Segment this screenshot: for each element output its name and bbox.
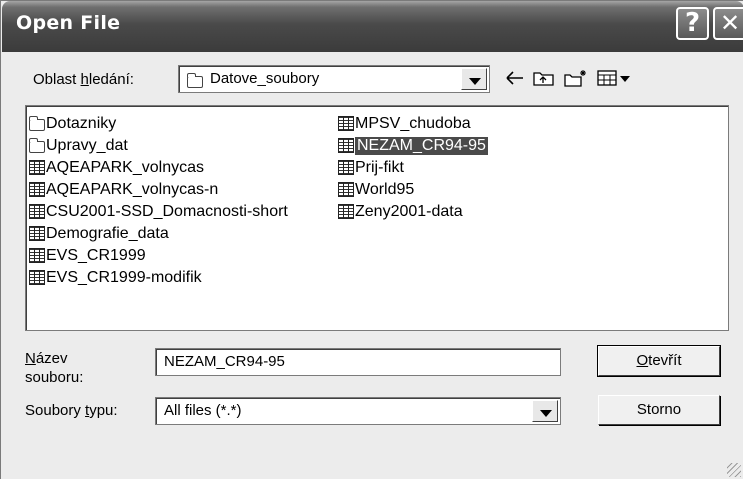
list-item-folder[interactable]: Dotazniky [29, 114, 116, 133]
data-file-icon [338, 160, 354, 175]
folder-icon [187, 73, 203, 88]
look-in-value: Datove_soubory [210, 70, 320, 87]
help-icon: ? [684, 8, 701, 38]
resize-grip[interactable] [727, 463, 741, 477]
data-file-icon [29, 182, 45, 197]
list-item-file-selected[interactable]: NEZAM_CR94-95 [338, 136, 488, 155]
chevron-down-icon[interactable] [461, 68, 487, 90]
list-item-folder[interactable]: Upravy_dat [29, 136, 128, 155]
up-folder-icon[interactable] [533, 69, 555, 87]
list-item-file[interactable]: AQEAPARK_volnycas-n [29, 180, 218, 199]
title-bar[interactable]: Open File ? ✕ [2, 1, 743, 52]
data-file-icon [29, 160, 45, 175]
close-icon: ✕ [719, 9, 741, 37]
folder-icon [29, 137, 45, 153]
list-item-file[interactable]: CSU2001-SSD_Domacnosti-short [29, 202, 288, 221]
chevron-down-icon[interactable] [532, 400, 558, 422]
data-file-icon [338, 204, 354, 219]
back-arrow-icon[interactable] [505, 69, 525, 87]
file-type-dropdown[interactable]: All files (*.*) [155, 397, 561, 425]
cancel-button[interactable]: Storno [598, 395, 720, 425]
folder-icon [29, 115, 45, 131]
data-file-icon [29, 270, 45, 285]
data-file-icon [338, 116, 354, 131]
window-title: Open File [16, 12, 121, 34]
list-item-file[interactable]: Demografie_data [29, 224, 169, 243]
file-name-label: Název souboru: [25, 350, 84, 386]
list-item-file[interactable]: World95 [338, 180, 414, 199]
data-file-icon [338, 138, 354, 153]
look-in-dropdown[interactable]: Datove_soubory [178, 65, 490, 93]
list-item-file[interactable]: AQEAPARK_volnycas [29, 158, 204, 177]
data-file-icon [338, 182, 354, 197]
file-list[interactable]: Dotazniky Upravy_dat AQEAPARK_volnycas A… [25, 105, 729, 331]
data-file-icon [29, 204, 45, 219]
list-item-file[interactable]: MPSV_chudoba [338, 114, 471, 133]
help-button[interactable]: ? [676, 7, 709, 40]
new-folder-icon[interactable] [564, 69, 588, 87]
open-file-dialog: Open File ? ✕ Oblast hledání: Datove_sou… [0, 0, 743, 479]
file-type-label: Soubory typu: [25, 402, 118, 419]
list-item-file[interactable]: Zeny2001-data [338, 202, 463, 221]
data-file-icon [29, 226, 45, 241]
look-in-label: Oblast hledání: [33, 71, 134, 88]
open-button[interactable]: Otevřít [597, 345, 721, 377]
data-file-icon [29, 248, 45, 263]
list-item-file[interactable]: EVS_CR1999 [29, 246, 146, 265]
list-item-file[interactable]: EVS_CR1999-modifik [29, 268, 202, 287]
file-name-input[interactable]: NEZAM_CR94-95 [155, 348, 561, 376]
list-item-file[interactable]: Prij-fikt [338, 158, 404, 177]
close-button[interactable]: ✕ [713, 7, 743, 40]
view-menu-icon[interactable] [597, 69, 633, 87]
